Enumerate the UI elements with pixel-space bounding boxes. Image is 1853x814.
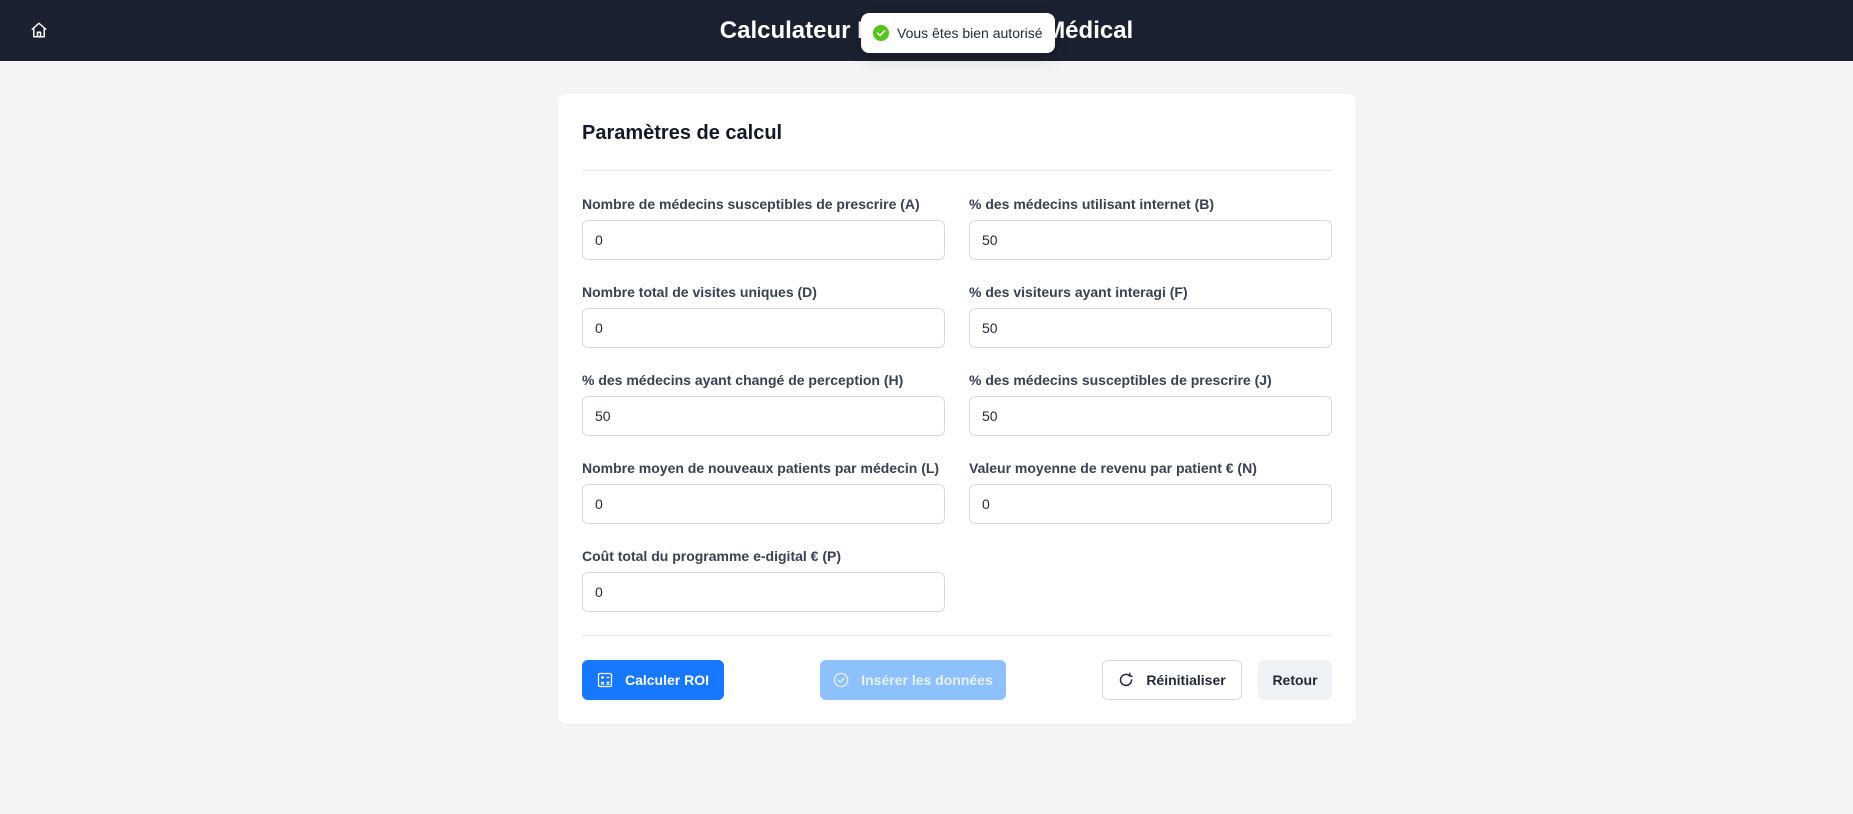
field-d: Nombre total de visites uniques (D) xyxy=(582,282,945,348)
field-p-input[interactable] xyxy=(582,572,945,612)
field-h: % des médecins ayant changé de perceptio… xyxy=(582,370,945,436)
field-a-label: Nombre de médecins susceptibles de presc… xyxy=(582,196,920,212)
field-h-label: % des médecins ayant changé de perceptio… xyxy=(582,372,904,388)
back-button[interactable]: Retour xyxy=(1258,660,1332,700)
field-d-label: Nombre total de visites uniques (D) xyxy=(582,284,817,300)
field-j-label: % des médecins susceptibles de prescrire… xyxy=(969,372,1272,388)
calculate-roi-label: Calculer ROI xyxy=(624,672,710,688)
home-button[interactable] xyxy=(28,19,50,41)
field-j: % des médecins susceptibles de prescrire… xyxy=(969,370,1332,436)
field-n-label: Valeur moyenne de revenu par patient € (… xyxy=(969,460,1257,476)
field-f-input[interactable] xyxy=(969,308,1332,348)
field-l: Nombre moyen de nouveaux patients par mé… xyxy=(582,458,945,524)
check-circle-icon xyxy=(873,25,889,41)
field-p: Coût total du programme e-digital € (P) xyxy=(582,546,945,612)
reload-icon xyxy=(1118,672,1134,688)
field-h-input[interactable] xyxy=(582,396,945,436)
check-circle-outline-icon xyxy=(833,672,849,688)
field-p-label: Coût total du programme e-digital € (P) xyxy=(582,548,842,564)
home-icon xyxy=(30,21,48,39)
field-b-input[interactable] xyxy=(969,220,1332,260)
field-f-label: % des visiteurs ayant interagi (F) xyxy=(969,284,1188,300)
field-d-input[interactable] xyxy=(582,308,945,348)
success-toast: Vous êtes bien autorisé xyxy=(861,13,1055,53)
field-a: Nombre de médecins susceptibles de presc… xyxy=(582,194,945,260)
calc-parameters-card: Paramètres de calcul Nombre de médecins … xyxy=(558,94,1356,724)
field-n: Valeur moyenne de revenu par patient € (… xyxy=(969,458,1332,524)
field-j-input[interactable] xyxy=(969,396,1332,436)
field-n-input[interactable] xyxy=(969,484,1332,524)
field-b-label: % des médecins utilisant internet (B) xyxy=(969,196,1215,212)
reset-button[interactable]: Réinitialiser xyxy=(1102,660,1242,700)
calculate-roi-button[interactable]: Calculer ROI xyxy=(582,660,724,700)
actions-divider xyxy=(582,635,1332,636)
field-b: % des médecins utilisant internet (B) xyxy=(969,194,1332,260)
calculator-icon xyxy=(597,672,613,688)
insert-data-button[interactable]: Insérer les données xyxy=(820,660,1006,700)
reset-label: Réinitialiser xyxy=(1146,672,1226,688)
field-l-input[interactable] xyxy=(582,484,945,524)
toast-message: Vous êtes bien autorisé xyxy=(897,25,1043,41)
back-label: Retour xyxy=(1272,672,1318,688)
field-l-label: Nombre moyen de nouveaux patients par mé… xyxy=(582,460,940,476)
card-title: Paramètres de calcul xyxy=(582,122,783,144)
insert-data-label: Insérer les données xyxy=(861,672,993,688)
field-f: % des visiteurs ayant interagi (F) xyxy=(969,282,1332,348)
field-a-input[interactable] xyxy=(582,220,945,260)
header-divider xyxy=(582,170,1332,171)
